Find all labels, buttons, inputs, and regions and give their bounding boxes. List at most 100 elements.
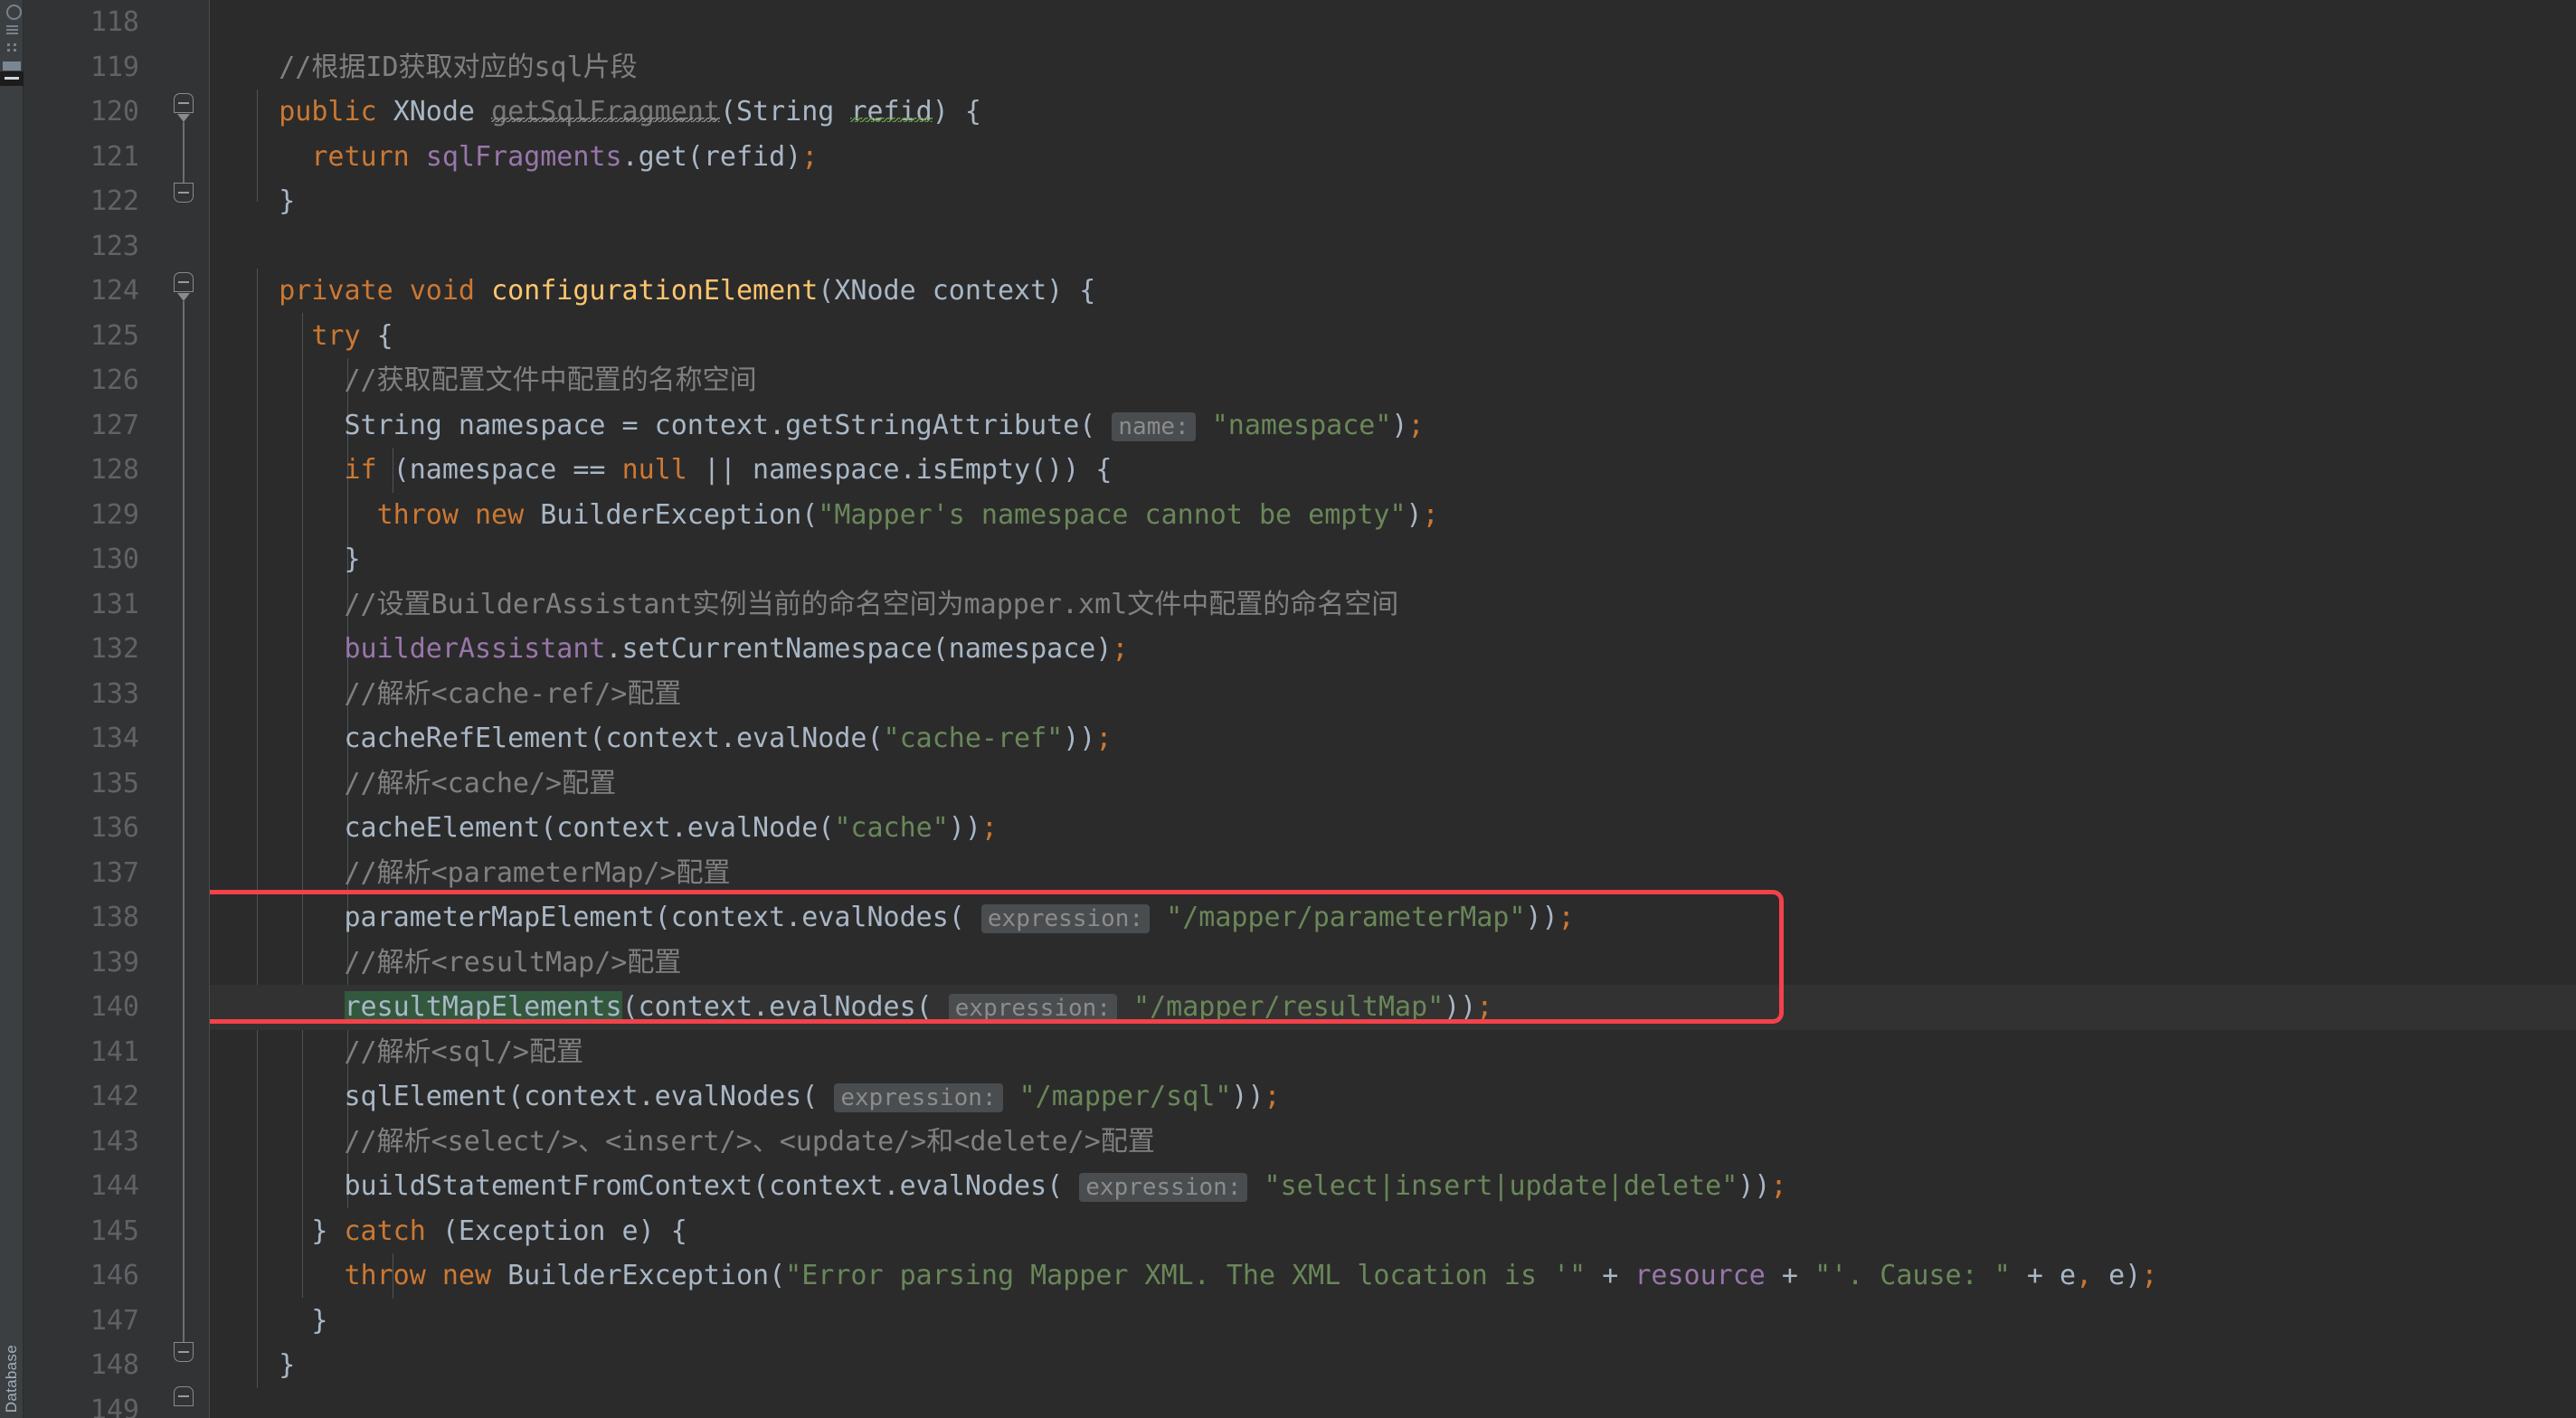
code-line[interactable]: //设置BuilderAssistant实例当前的命名空间为mapper.xml…: [210, 582, 2576, 628]
tool-strip-marker-b: [0, 71, 24, 86]
method-name-configurationelement[interactable]: configurationElement: [491, 275, 818, 307]
code-line[interactable]: [210, 224, 2576, 269]
code-folding-column[interactable]: [159, 0, 210, 1418]
fold-arrow-120: [177, 114, 190, 122]
field-builderassistant: builderAssistant: [344, 633, 606, 665]
code-line[interactable]: //解析<cache-ref/>配置: [210, 672, 2576, 717]
code-line[interactable]: //解析<select/>、<insert/>、<update/>和<delet…: [210, 1120, 2576, 1165]
code-line[interactable]: String namespace = context.getStringAttr…: [210, 403, 2576, 449]
code-line[interactable]: }: [210, 1299, 2576, 1344]
string-literal: "/mapper/sql": [1018, 1081, 1232, 1112]
inlay-hint-expression: expression:: [948, 994, 1117, 1023]
editor-gutter[interactable]: 118 119 120 121 122 123 124 125 126 127 128 129 130 1…: [24, 0, 210, 1418]
fold-marker-start-150[interactable]: [174, 1386, 194, 1406]
code-line-current[interactable]: resultMapElements(context.evalNodes( exp…: [210, 985, 2576, 1030]
code-line[interactable]: public XNode getSqlFragment(String refid…: [210, 90, 2576, 135]
tool-window-strip[interactable]: Database: [0, 0, 24, 1418]
line-number: 148: [90, 1349, 139, 1381]
type-xnode: XNode: [393, 96, 475, 128]
code-comment: //根据ID获取对应的sql片段: [213, 51, 638, 83]
code-line[interactable]: }: [210, 179, 2576, 224]
tool-strip-icons: [0, 4, 24, 58]
code-comment: //设置BuilderAssistant实例当前的命名空间为mapper.xml…: [213, 588, 1399, 620]
code-comment: //获取配置文件中配置的名称空间: [213, 364, 757, 396]
code-line[interactable]: private void configurationElement(XNode …: [210, 269, 2576, 314]
code-line[interactable]: if (namespace == null || namespace.isEmp…: [210, 448, 2576, 493]
line-number: 129: [90, 498, 139, 531]
line-number: 149: [90, 1394, 139, 1418]
string-literal: "Mapper's namespace cannot be empty": [818, 498, 1406, 531]
code-line[interactable]: //获取配置文件中配置的名称空间: [210, 358, 2576, 403]
code-line[interactable]: throw new BuilderException("Error parsin…: [210, 1253, 2576, 1299]
inlay-hint-expression: expression:: [1079, 1173, 1248, 1202]
fold-guide-line-124-148: [183, 301, 185, 1343]
code-line[interactable]: builderAssistant.setCurrentNamespace(nam…: [210, 627, 2576, 672]
line-number: 141: [90, 1035, 139, 1068]
code-line[interactable]: cacheRefElement(context.evalNode("cache-…: [210, 716, 2576, 761]
string-literal: "'. Cause: ": [1814, 1260, 2011, 1291]
code-text-area[interactable]: //根据ID获取对应的sql片段 public XNode getSqlFrag…: [210, 0, 2576, 1418]
line-number: 133: [90, 677, 139, 710]
structure-circle-icon[interactable]: [3, 4, 22, 20]
code-comment: //解析<cache-ref/>配置: [213, 677, 682, 710]
line-number: 128: [90, 454, 139, 486]
code-line[interactable]: //解析<parameterMap/>配置: [210, 851, 2576, 896]
tool-window-vertical-label[interactable]: Database: [3, 1345, 21, 1413]
line-number: 126: [90, 364, 139, 396]
line-number: 120: [90, 96, 139, 128]
method-name-getsqlfragment[interactable]: getSqlFragment: [491, 96, 720, 128]
code-line[interactable]: //解析<sql/>配置: [210, 1030, 2576, 1075]
line-number: 131: [90, 588, 139, 620]
string-literal: "/mapper/parameterMap": [1166, 902, 1526, 933]
line-number: 140: [90, 991, 139, 1023]
tool-strip-marker-a: [3, 61, 21, 71]
line-number: 147: [90, 1304, 139, 1337]
code-line[interactable]: }: [210, 537, 2576, 582]
code-line[interactable]: parameterMapElement(context.evalNodes( e…: [210, 895, 2576, 941]
code-comment: //解析<parameterMap/>配置: [213, 856, 731, 889]
string-literal: "Error parsing Mapper XML. The XML locat…: [785, 1260, 1586, 1291]
field-resource: resource: [1634, 1260, 1766, 1291]
code-line[interactable]: //解析<cache/>配置: [210, 761, 2576, 807]
line-number: 132: [90, 633, 139, 665]
string-literal: "select|insert|update|delete": [1264, 1170, 1738, 1202]
code-comment: //解析<cache/>配置: [213, 767, 617, 799]
inlay-hint-expression: expression:: [980, 904, 1151, 933]
code-line[interactable]: //解析<resultMap/>配置: [210, 941, 2576, 986]
fold-marker-end-122[interactable]: [174, 183, 194, 203]
list-lines-icon[interactable]: [3, 22, 21, 37]
code-line[interactable]: [210, 0, 2576, 45]
code-comment: //解析<resultMap/>配置: [213, 946, 682, 978]
fold-arrow-124: [177, 293, 190, 301]
keyword-return: return: [311, 140, 410, 173]
code-line[interactable]: }: [210, 1343, 2576, 1388]
fold-marker-end-148[interactable]: [174, 1342, 194, 1362]
code-line[interactable]: cacheElement(context.evalNode("cache"));: [210, 806, 2576, 851]
line-number: 135: [90, 767, 139, 799]
code-line[interactable]: //根据ID获取对应的sql片段: [210, 45, 2576, 90]
line-number: 142: [90, 1081, 139, 1112]
line-number: 134: [90, 723, 139, 754]
line-number: 139: [90, 946, 139, 978]
code-line[interactable]: buildStatementFromContext(context.evalNo…: [210, 1164, 2576, 1209]
line-number: 137: [90, 856, 139, 889]
string-literal: "cache": [834, 812, 949, 844]
string-literal: "namespace": [1211, 409, 1392, 441]
line-number: 125: [90, 319, 139, 352]
code-line[interactable]: [210, 1388, 2576, 1418]
code-line[interactable]: sqlElement(context.evalNodes( expression…: [210, 1074, 2576, 1120]
line-number: 146: [90, 1260, 139, 1291]
code-line[interactable]: } catch (Exception e) {: [210, 1209, 2576, 1254]
code-line[interactable]: throw new BuilderException("Mapper's nam…: [210, 493, 2576, 538]
code-line[interactable]: try {: [210, 314, 2576, 359]
bookmark-dots-icon[interactable]: [3, 40, 21, 55]
inlay-hint-name: name:: [1112, 411, 1196, 441]
highlighted-identifier-resultmapelements[interactable]: resultMapElements: [344, 991, 622, 1023]
fold-marker-start-120[interactable]: [174, 93, 194, 113]
line-number: 136: [90, 812, 139, 844]
fold-marker-start-124[interactable]: [174, 272, 194, 292]
code-line[interactable]: return sqlFragments.get(refid);: [210, 135, 2576, 180]
line-number-column: 118 119 120 121 122 123 124 125 126 127 128 129 130 1…: [24, 0, 159, 1418]
line-number: 121: [90, 140, 139, 173]
line-number: 143: [90, 1125, 139, 1158]
